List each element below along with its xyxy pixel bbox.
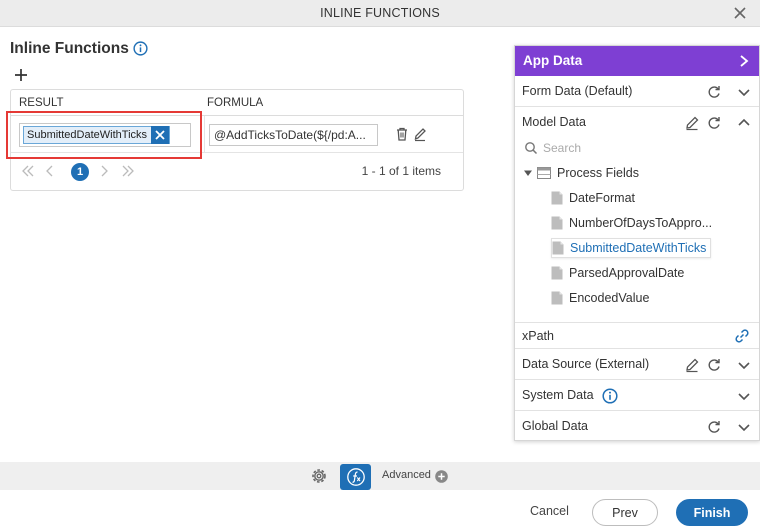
column-header-formula: FORMULA: [207, 97, 264, 109]
section-label: Data Source (External): [522, 357, 650, 371]
panel-search: [515, 138, 759, 160]
section-label: Global Data: [522, 419, 589, 433]
last-page-icon[interactable]: [121, 164, 135, 178]
field-icon: [551, 291, 563, 305]
column-header-result: RESULT: [19, 97, 64, 109]
caret-down-icon[interactable]: [523, 168, 533, 178]
refresh-icon[interactable]: [706, 115, 722, 131]
highlight-box: [6, 111, 202, 159]
section-global-data[interactable]: Global Data: [515, 411, 759, 442]
search-icon: [525, 142, 538, 155]
dialog-title: INLINE FUNCTIONS: [320, 6, 440, 20]
xpath-row: xPath: [515, 322, 759, 349]
advanced-label[interactable]: Advanced: [382, 469, 431, 481]
tree-item-encodedvalue[interactable]: EncodedValue: [551, 288, 649, 308]
chevron-down-icon[interactable]: [736, 357, 752, 373]
dialog-titlebar: INLINE FUNCTIONS: [0, 0, 760, 27]
trash-icon[interactable]: [395, 126, 409, 142]
formula-input[interactable]: @AddTicksToDate(${/pd:A...: [209, 124, 378, 146]
info-icon[interactable]: [602, 388, 618, 404]
prev-page-icon[interactable]: [43, 164, 57, 178]
chevron-right-icon[interactable]: [737, 53, 751, 69]
field-icon: [551, 216, 563, 230]
page-number-current[interactable]: 1: [71, 163, 89, 181]
close-icon[interactable]: [730, 3, 750, 23]
pencil-icon[interactable]: [684, 357, 700, 373]
chevron-down-icon[interactable]: [736, 84, 752, 100]
section-data-source[interactable]: Data Source (External): [515, 349, 759, 380]
pencil-icon[interactable]: [413, 126, 427, 142]
add-icon[interactable]: [13, 67, 29, 83]
gear-icon[interactable]: [309, 466, 329, 486]
cancel-button[interactable]: Cancel: [530, 504, 569, 518]
first-page-icon[interactable]: [21, 164, 35, 178]
footer-toolbar: Advanced: [0, 462, 760, 490]
section-label: System Data: [522, 388, 594, 402]
field-icon: [552, 241, 564, 255]
panel-title: App Data: [523, 53, 583, 68]
section-label: Model Data: [522, 115, 586, 129]
tree-item-parsedapprovaldate[interactable]: ParsedApprovalDate: [551, 263, 684, 283]
field-icon: [551, 191, 563, 205]
tree-item-dateformat[interactable]: DateFormat: [551, 188, 635, 208]
pager-info: 1 - 1 of 1 items: [361, 164, 441, 178]
section-label: Form Data (Default): [522, 84, 633, 98]
search-input[interactable]: [543, 139, 743, 157]
info-icon[interactable]: [133, 41, 148, 56]
refresh-icon[interactable]: [706, 84, 722, 100]
refresh-icon[interactable]: [706, 419, 722, 435]
chevron-down-icon[interactable]: [736, 388, 752, 404]
prev-button[interactable]: Prev: [592, 499, 658, 526]
section-model-data[interactable]: Model Data: [515, 107, 759, 138]
panel-header: App Data: [515, 46, 759, 76]
chevron-down-icon[interactable]: [736, 419, 752, 435]
xpath-label: xPath: [522, 329, 554, 343]
plus-circle-icon[interactable]: [435, 470, 448, 483]
tree-item-label: NumberOfDaysToAppro...: [569, 216, 713, 230]
field-icon: [551, 266, 563, 280]
table-icon: [537, 167, 551, 179]
page-title: Inline Functions: [10, 40, 129, 57]
tree-item-label: EncodedValue: [569, 291, 650, 305]
tree-item-label: SubmittedDateWithTicks: [570, 241, 707, 255]
section-form-data[interactable]: Form Data (Default): [515, 76, 759, 107]
next-page-icon[interactable]: [97, 164, 111, 178]
tree-item-numberofdays[interactable]: NumberOfDaysToAppro...: [551, 213, 712, 233]
tree-node-process-fields[interactable]: Process Fields: [523, 164, 639, 182]
app-data-panel: App Data Form Data (Default) Model Data: [514, 45, 760, 441]
pencil-icon[interactable]: [684, 115, 700, 131]
tree-item-submitteddatewithticks[interactable]: SubmittedDateWithTicks: [551, 238, 712, 258]
tree-item-label: DateFormat: [569, 191, 635, 205]
tree-node-label: Process Fields: [557, 166, 639, 180]
finish-button[interactable]: Finish: [676, 499, 748, 526]
cell-divider: [204, 116, 205, 153]
function-button[interactable]: [340, 464, 371, 490]
function-icon: [346, 468, 365, 486]
refresh-icon[interactable]: [706, 357, 722, 373]
section-system-data[interactable]: System Data: [515, 380, 759, 411]
chevron-up-icon[interactable]: [736, 115, 752, 131]
tree-item-label: ParsedApprovalDate: [569, 266, 685, 280]
link-icon[interactable]: [734, 328, 750, 344]
